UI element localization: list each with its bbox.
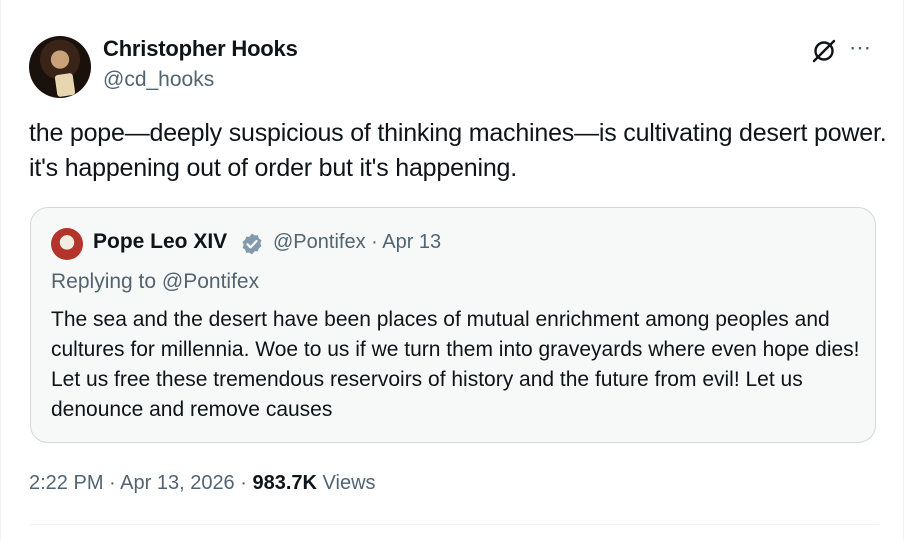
quote-text: The sea and the desert have been places … [51,308,860,421]
views-label: Views [316,472,376,494]
quote-author-name[interactable]: Pope Leo XIV [93,230,227,254]
quoted-tweet[interactable]: Pope Leo XIV @Pontifex · Apr 13 Replying… [30,207,876,443]
author-name[interactable]: Christopher Hooks [103,36,298,62]
avatar-detail [54,72,76,98]
quote-handle-date[interactable]: @Pontifex · Apr 13 [273,231,441,254]
verified-badge-icon [242,233,262,255]
grok-icon[interactable] [811,38,837,64]
more-icon[interactable]: ⋯ [849,37,872,59]
tweet-text: the pope—deeply suspicious of thinking m… [29,119,887,182]
tweet-meta: 2:22 PM · Apr 13, 2026 · 983.7K Views [29,472,376,495]
author-handle[interactable]: @cd_hooks [103,68,214,92]
author-avatar[interactable] [29,36,91,98]
divider [29,524,879,525]
tweet-card: Christopher Hooks @cd_hooks ⋯ the pope—d… [0,0,904,540]
replying-to[interactable]: Replying to @Pontifex [51,270,259,294]
quote-avatar[interactable] [51,228,83,260]
views-count: 983.7K [252,472,317,494]
timestamp[interactable]: 2:22 PM · Apr 13, 2026 · [29,472,252,494]
